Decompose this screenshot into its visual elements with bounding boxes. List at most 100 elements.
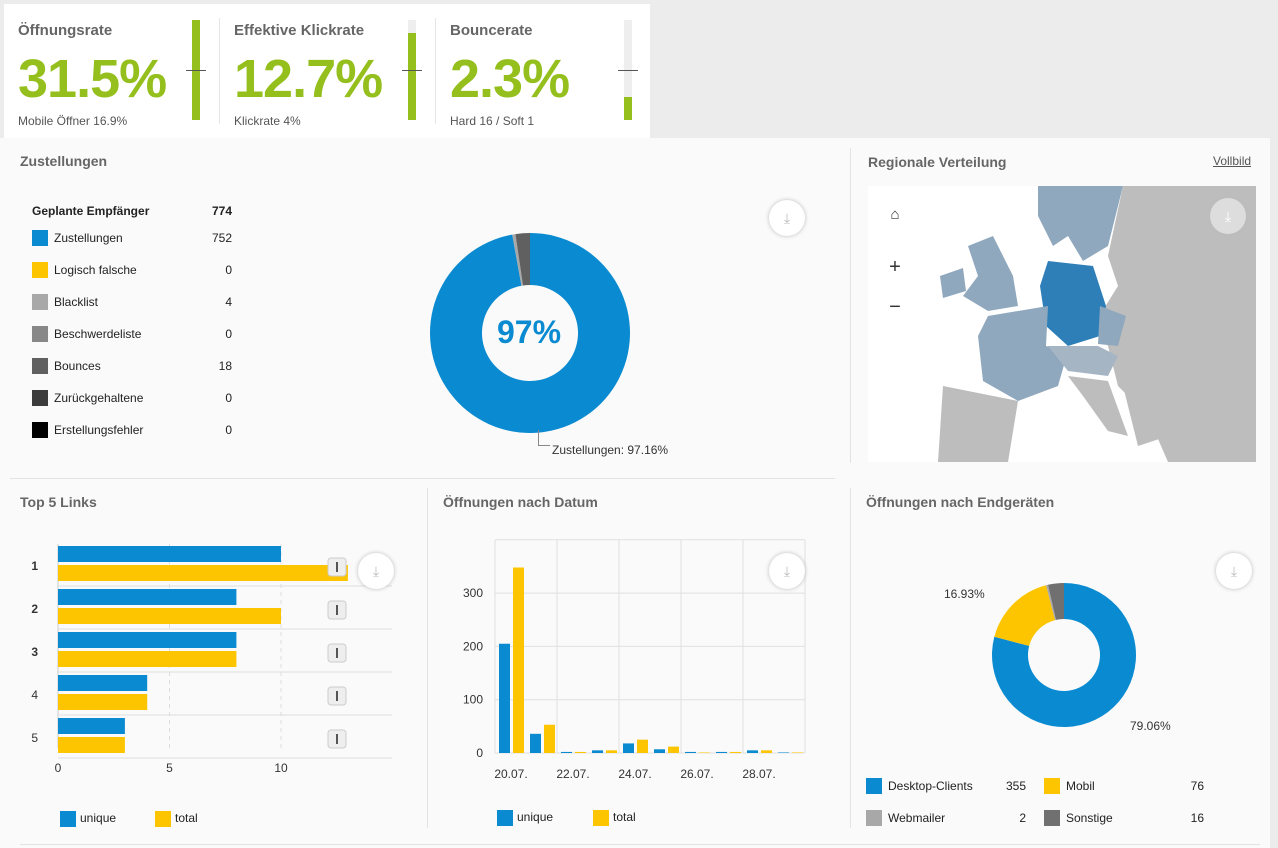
- bar-total[interactable]: [575, 751, 586, 753]
- legend-value: 16: [1190, 811, 1204, 825]
- x-tick-label: 10: [274, 761, 288, 775]
- bar-unique[interactable]: [58, 718, 125, 734]
- device-legend-row: Desktop-Clients 355: [866, 778, 1026, 794]
- legend-swatch: [866, 810, 882, 826]
- legend-value: 0: [225, 263, 232, 277]
- europe-map[interactable]: [868, 186, 1256, 462]
- bar-total[interactable]: [544, 724, 555, 753]
- kpi-gauge: [402, 20, 422, 120]
- delivery-legend-row: Zurückgehaltene 0: [32, 390, 232, 406]
- legend-value: 4: [225, 295, 232, 309]
- x-tick-label: 22.07.: [556, 767, 589, 781]
- kpi-sub: Klickrate 4%: [234, 114, 301, 128]
- legend-value: 0: [225, 391, 232, 405]
- legend-label: Sonstige: [1066, 811, 1113, 825]
- legend-swatch: [32, 390, 48, 406]
- bar-unique[interactable]: [58, 675, 148, 691]
- bar-unique[interactable]: [58, 632, 237, 648]
- map-home-button[interactable]: ⌂: [880, 200, 910, 230]
- regional-title: Regionale Verteilung: [868, 154, 1007, 170]
- bar-total[interactable]: [513, 567, 524, 753]
- bar-total[interactable]: [730, 751, 741, 753]
- bar-unique[interactable]: [561, 751, 572, 753]
- legend-label: Mobil: [1066, 779, 1095, 793]
- bar-unique[interactable]: [592, 750, 603, 753]
- download-button[interactable]: ⤓: [358, 553, 394, 589]
- device-legend-row: Sonstige 16: [1044, 810, 1204, 826]
- bar-unique[interactable]: [530, 733, 541, 753]
- legend-total: total: [155, 811, 198, 827]
- legend-value: 76: [1190, 779, 1204, 793]
- x-tick-label: 28.07.: [742, 767, 775, 781]
- bar-total[interactable]: [58, 565, 348, 581]
- donut-slice[interactable]: [994, 585, 1056, 646]
- legend-value: 752: [211, 231, 232, 245]
- bar-unique[interactable]: [685, 751, 696, 753]
- delivery-legend-row: Blacklist 4: [32, 294, 232, 310]
- kpi-bounce-rate: Bouncerate 2.3% Hard 16 / Soft 1: [436, 4, 651, 138]
- bar-unique[interactable]: [58, 589, 237, 605]
- bar-unique[interactable]: [58, 546, 281, 562]
- legend-label: Logisch falsche: [54, 263, 137, 277]
- legend-value: 2: [1019, 811, 1026, 825]
- bar-total[interactable]: [58, 651, 237, 667]
- download-button[interactable]: ⤓: [1210, 198, 1246, 234]
- opens-by-date-chart: 0 100 200 300 20.07. 22.07. 24.07. 26.07. 28.07.: [463, 539, 806, 781]
- y-tick-label: 300: [463, 586, 483, 600]
- label-mobile-percent: 16.93%: [944, 587, 985, 601]
- x-tick-label: 5: [166, 761, 173, 775]
- bar-unique[interactable]: [716, 751, 727, 753]
- x-tick-label: 20.07.: [494, 767, 527, 781]
- legend-swatch: [866, 778, 882, 794]
- legend-label: Bounces: [54, 359, 101, 373]
- fullscreen-link[interactable]: Vollbild: [1213, 154, 1251, 168]
- legend-label: Zurückgehaltene: [54, 391, 144, 405]
- bar-total[interactable]: [58, 694, 148, 710]
- legend-swatch: [32, 262, 48, 278]
- y-tick-label: 200: [463, 639, 483, 653]
- bar-unique[interactable]: [654, 749, 665, 753]
- donut-center-label: 97%: [496, 314, 562, 350]
- legend-label: Desktop-Clients: [888, 779, 973, 793]
- donut-tooltip: Zustellungen: 97.16%: [552, 443, 669, 457]
- legend-value: 18: [218, 359, 232, 373]
- bar-total[interactable]: [606, 750, 617, 753]
- bar-total[interactable]: [699, 752, 710, 753]
- bar-total[interactable]: [58, 608, 281, 624]
- legend-unique: unique: [60, 811, 116, 827]
- bar-total[interactable]: [58, 737, 125, 753]
- y-tick-label: 1: [31, 559, 38, 573]
- legend-swatch: [1044, 778, 1060, 794]
- planned-recipients: Geplante Empfänger 774: [32, 204, 232, 218]
- bar-unique[interactable]: [778, 752, 789, 753]
- bar-total[interactable]: [637, 739, 648, 753]
- bar-total[interactable]: [792, 752, 803, 753]
- bar-unique[interactable]: [623, 743, 634, 753]
- kpi-value: 2.3%: [450, 49, 570, 109]
- top-links-title: Top 5 Links: [20, 494, 97, 510]
- y-tick-label: 0: [476, 746, 483, 760]
- bar-total[interactable]: [668, 746, 679, 753]
- bar-unique[interactable]: [747, 750, 758, 753]
- legend-label: Erstellungsfehler: [54, 423, 144, 437]
- bar-unique[interactable]: [499, 643, 510, 753]
- map-zoom-in-button[interactable]: +: [880, 253, 910, 283]
- legend-unique: unique: [497, 810, 553, 826]
- label-desktop-percent: 79.06%: [1130, 719, 1171, 733]
- legend-value: 355: [1005, 779, 1026, 793]
- map-zoom-out-button[interactable]: −: [880, 293, 910, 323]
- legend-swatch: [32, 326, 48, 342]
- download-button[interactable]: ⤓: [1216, 553, 1252, 589]
- legend-label: Blacklist: [54, 295, 99, 309]
- legend-swatch: [1044, 810, 1060, 826]
- devices-title: Öffnungen nach Endgeräten: [866, 494, 1055, 510]
- y-tick-label: 4: [31, 688, 38, 702]
- download-button[interactable]: ⤓: [769, 553, 805, 589]
- download-button[interactable]: ⤓: [769, 200, 805, 236]
- device-legend-row: Webmailer 2: [866, 810, 1026, 826]
- y-tick-label: 5: [31, 731, 38, 745]
- device-legend-row: Mobil 76: [1044, 778, 1204, 794]
- bar-total[interactable]: [761, 750, 772, 753]
- y-tick-label: 2: [31, 602, 38, 616]
- x-tick-label: 0: [55, 761, 62, 775]
